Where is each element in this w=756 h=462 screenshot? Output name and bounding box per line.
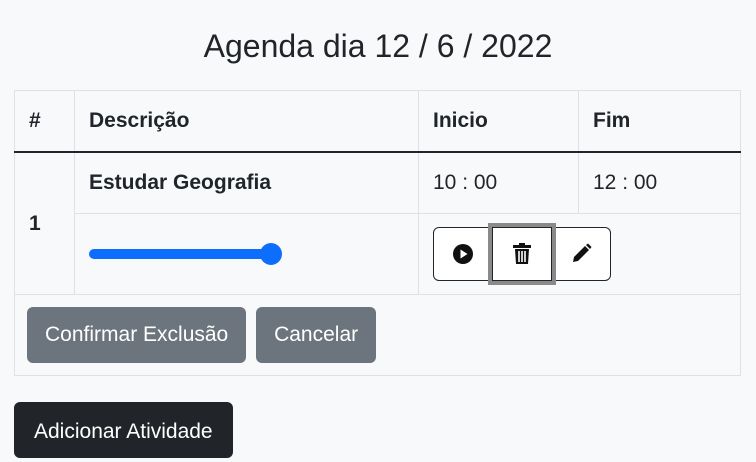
confirm-row: Confirmar Exclusão Cancelar	[14, 294, 741, 376]
page-title: Agenda dia 12 / 6 / 2022	[203, 28, 553, 64]
play-circle-icon	[453, 244, 473, 264]
progress-slider[interactable]	[89, 242, 282, 266]
agenda-table: # Descrição Inicio Fim 1 Estudar Geograf…	[14, 90, 741, 376]
trash-icon	[513, 243, 531, 264]
action-button-group	[433, 223, 611, 285]
activity-description: Estudar Geografia	[74, 151, 419, 214]
column-header-index: #	[14, 90, 75, 153]
progress-slider-track	[89, 249, 271, 259]
delete-button[interactable]	[488, 223, 556, 285]
column-header-description: Descrição	[74, 90, 419, 153]
confirm-cell: Confirmar Exclusão Cancelar	[14, 294, 741, 376]
column-header-start: Inicio	[418, 90, 579, 153]
confirm-delete-button[interactable]: Confirmar Exclusão	[27, 307, 247, 363]
activity-end-time: 12 : 00	[578, 151, 741, 214]
edit-button[interactable]	[551, 227, 611, 281]
cancel-button[interactable]: Cancelar	[256, 307, 377, 363]
play-button[interactable]	[433, 227, 493, 281]
column-header-end: Fim	[578, 90, 741, 153]
table-row: 1 Estudar Geografia 10 : 00 12 : 00	[14, 151, 741, 295]
activity-start-time: 10 : 00	[418, 151, 579, 214]
table-row-controls	[15, 213, 741, 295]
action-cell	[418, 213, 741, 295]
table-header-row: # Descrição Inicio Fim	[14, 90, 741, 153]
row-index: 1	[14, 151, 75, 295]
add-activity-button[interactable]: Adicionar Atividade	[14, 402, 233, 458]
pencil-icon	[573, 243, 592, 262]
progress-cell	[74, 213, 419, 295]
progress-slider-thumb[interactable]	[260, 243, 282, 265]
